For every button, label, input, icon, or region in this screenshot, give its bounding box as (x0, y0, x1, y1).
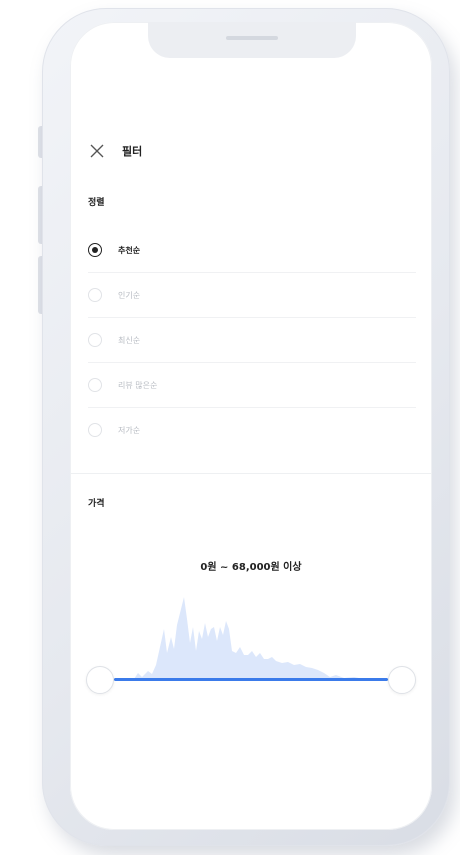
price-slider-track[interactable] (114, 678, 388, 681)
radio-button[interactable] (88, 333, 102, 347)
price-histogram-area (114, 597, 388, 679)
price-histogram (114, 597, 388, 679)
filter-header: 필터 (88, 140, 142, 162)
price-section-label: 가격 (88, 499, 105, 509)
radio-button[interactable] (88, 423, 102, 437)
phone-notch (148, 22, 356, 58)
speaker-grille (226, 36, 278, 40)
sort-option-label: 최신순 (118, 335, 141, 345)
sort-option-popular[interactable]: 인기순 (88, 273, 416, 318)
section-divider (70, 473, 432, 474)
radio-button[interactable] (88, 288, 102, 302)
sort-option-newest[interactable]: 최신순 (88, 318, 416, 363)
sort-option-label: 추천순 (118, 245, 141, 255)
close-icon[interactable] (88, 142, 106, 160)
price-slider-max-handle[interactable] (388, 666, 416, 694)
sort-option-label: 인기순 (118, 290, 141, 300)
radio-button-checked[interactable] (88, 243, 102, 257)
sort-option-most-reviews[interactable]: 리뷰 많은순 (88, 363, 416, 408)
radio-button[interactable] (88, 378, 102, 392)
sort-option-recommended[interactable]: 추천순 (88, 228, 416, 273)
sort-option-lowest-price[interactable]: 저가순 (88, 408, 416, 452)
stage: 필터 정렬 추천순 인기순 최신순 리뷰 많은순 저가순 가격 0원 ~ 68,… (0, 0, 460, 855)
price-range-text: 0원 ~ 68,000원 이상 (200, 562, 302, 573)
price-slider-min-handle[interactable] (86, 666, 114, 694)
sort-option-label: 리뷰 많은순 (118, 380, 158, 390)
sort-options: 추천순 인기순 최신순 리뷰 많은순 저가순 (88, 228, 416, 452)
page-title: 필터 (122, 145, 143, 158)
sort-section-label: 정렬 (88, 198, 105, 208)
sort-option-label: 저가순 (118, 425, 141, 435)
phone-screen: 필터 정렬 추천순 인기순 최신순 리뷰 많은순 저가순 가격 0원 ~ 68,… (70, 22, 432, 830)
